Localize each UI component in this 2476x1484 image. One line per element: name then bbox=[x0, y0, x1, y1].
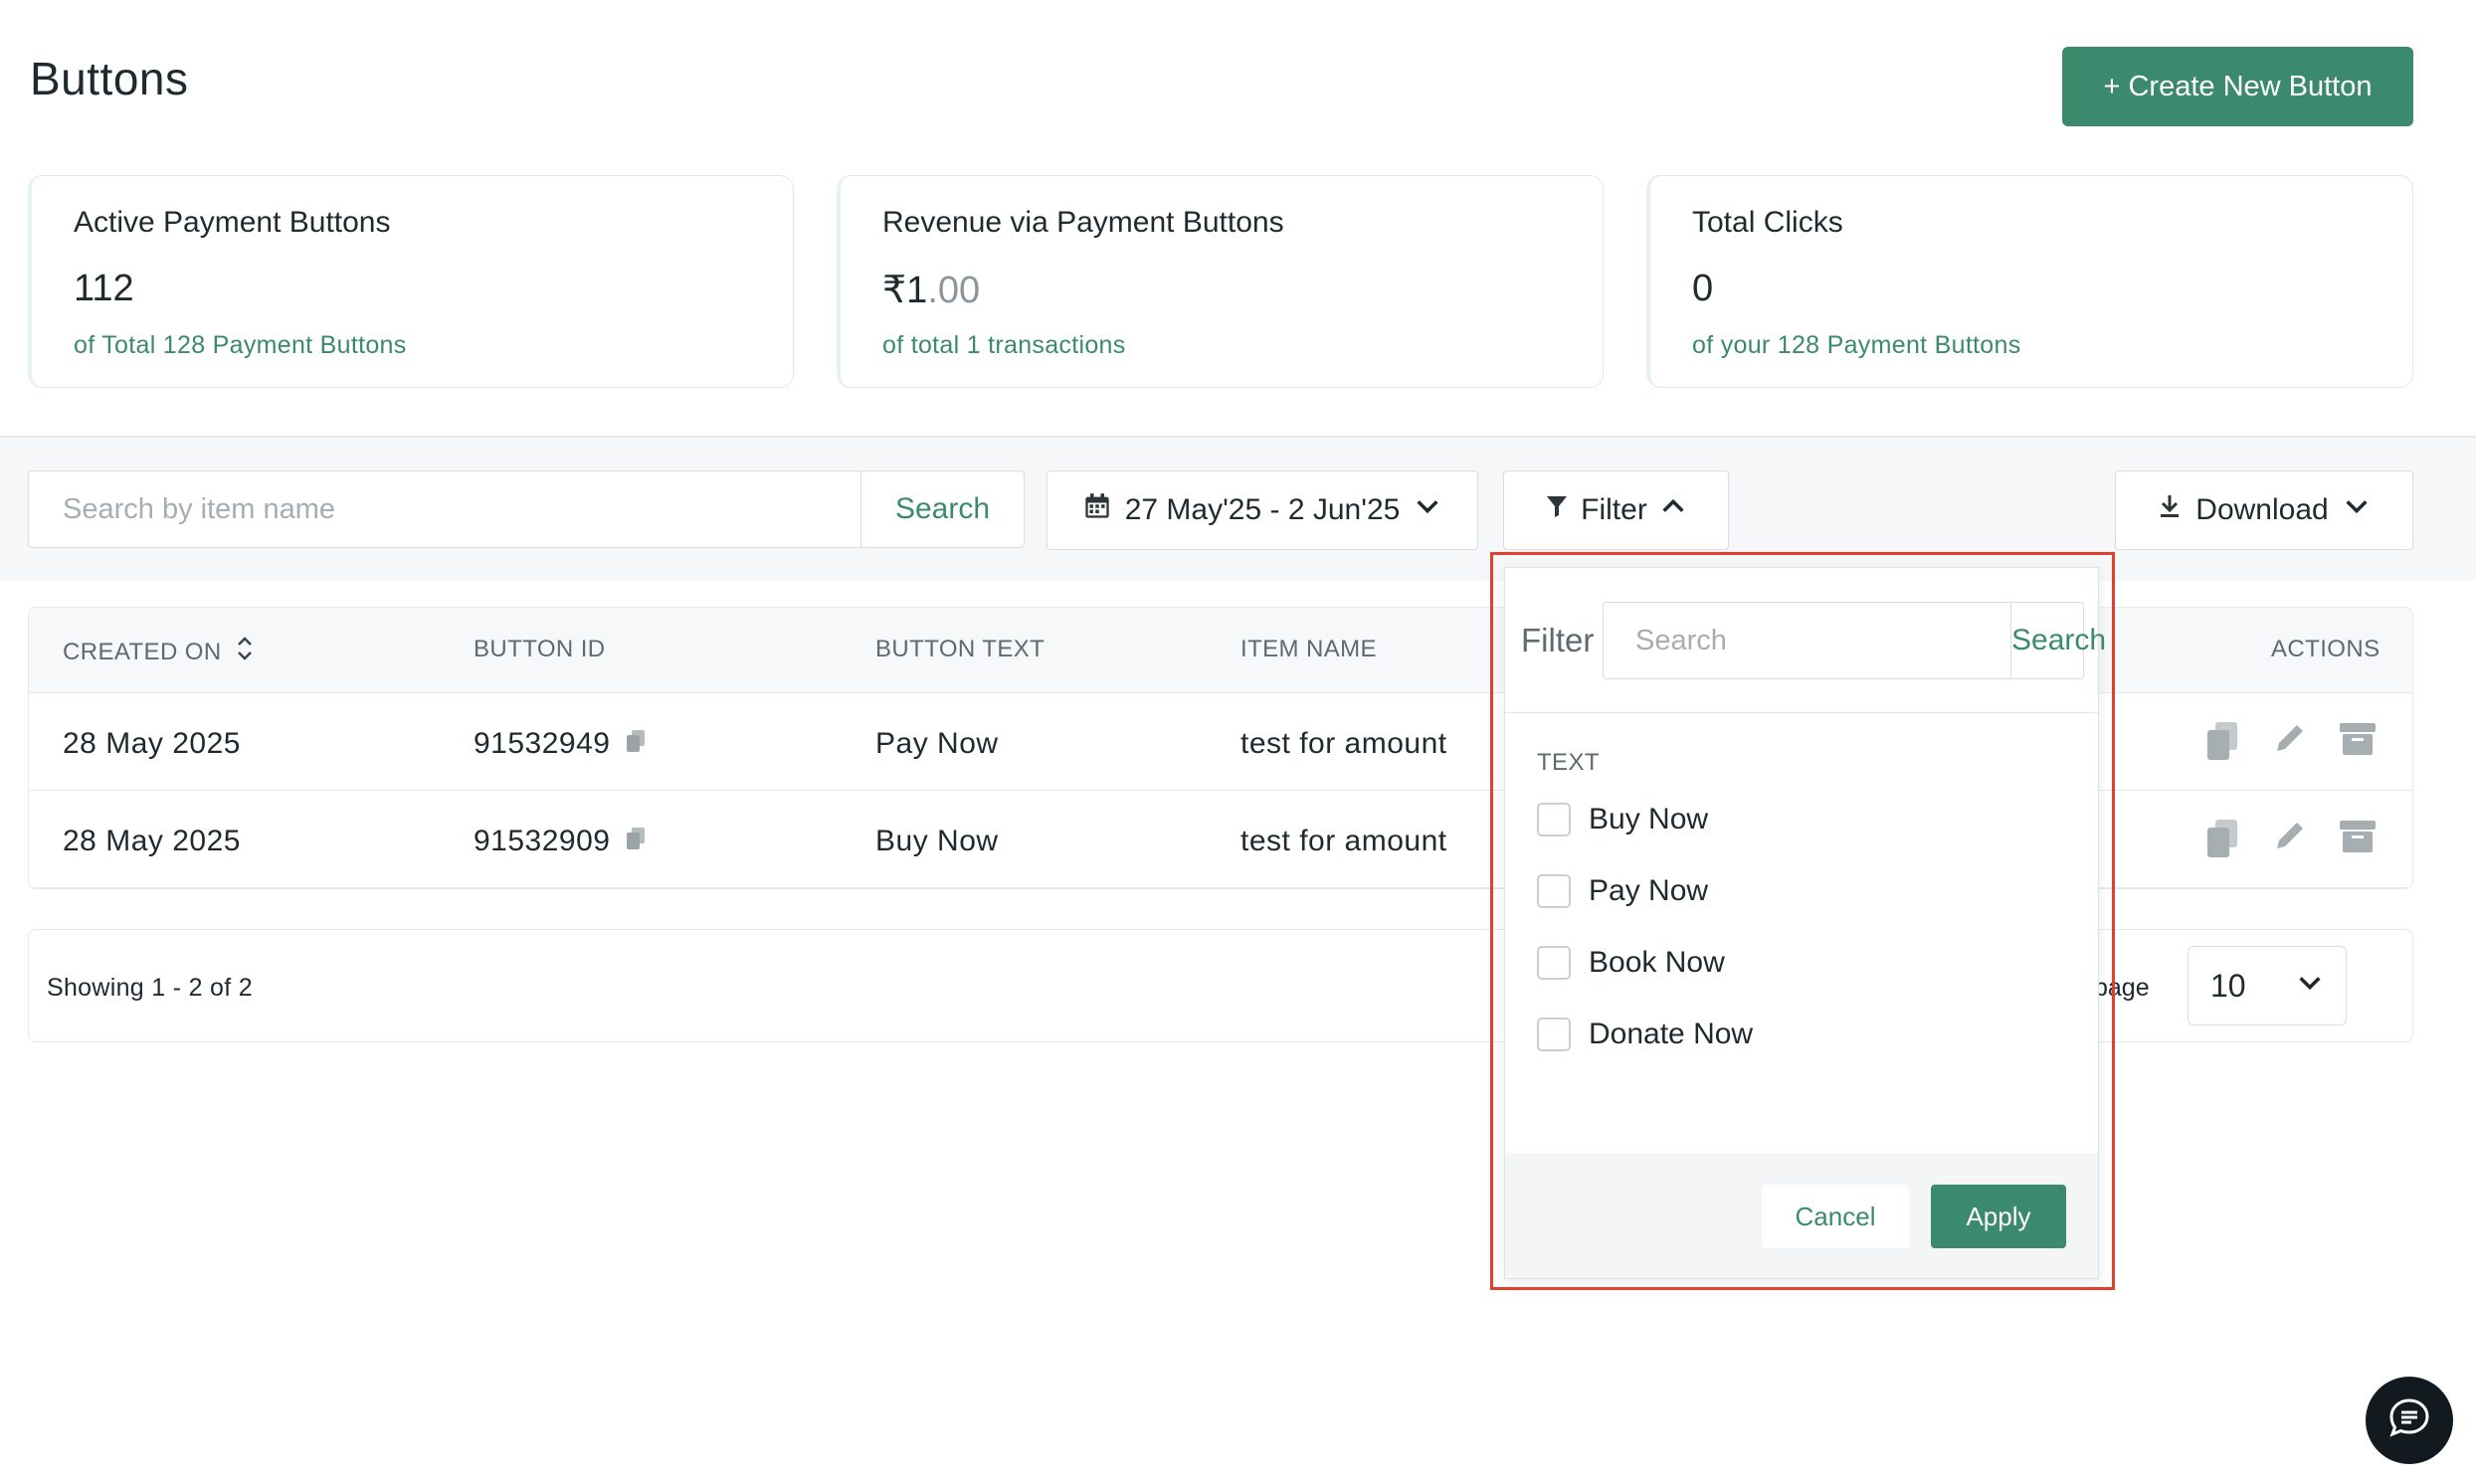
duplicate-icon[interactable] bbox=[2205, 819, 2239, 863]
chevron-down-icon bbox=[1414, 492, 1441, 528]
stat-value-main: 0 bbox=[1692, 268, 1714, 309]
stat-title: Total Clicks bbox=[1692, 206, 1843, 239]
showing-count: Showing 1 - 2 of 2 bbox=[47, 974, 253, 1002]
cell-button-text: Pay Now bbox=[875, 727, 999, 760]
chat-support-button[interactable] bbox=[2366, 1377, 2453, 1464]
column-header-button-text: BUTTON TEXT bbox=[875, 636, 1046, 662]
archive-icon[interactable] bbox=[2339, 721, 2377, 762]
column-header-actions: ACTIONS bbox=[2271, 636, 2381, 662]
archive-icon[interactable] bbox=[2339, 819, 2377, 859]
chevron-up-icon bbox=[1659, 492, 1687, 528]
sort-icon bbox=[236, 636, 254, 668]
search-button[interactable]: Search bbox=[860, 471, 1024, 547]
column-header-created-on[interactable]: CREATED ON bbox=[63, 636, 254, 668]
download-button[interactable]: Download bbox=[2115, 470, 2413, 550]
download-label: Download bbox=[2195, 493, 2329, 526]
search-input[interactable] bbox=[29, 471, 860, 547]
button-id-value: 91532949 bbox=[474, 727, 611, 760]
copy-icon[interactable] bbox=[626, 727, 646, 761]
cell-button-text: Buy Now bbox=[875, 825, 999, 857]
stat-value: 0 bbox=[1692, 268, 1713, 310]
calendar-icon bbox=[1083, 492, 1111, 528]
cell-item-name: test for amount bbox=[1240, 825, 1447, 857]
cell-created-on: 28 May 2025 bbox=[63, 727, 241, 760]
filter-button[interactable]: Filter bbox=[1503, 470, 1729, 550]
stat-title: Active Payment Buttons bbox=[74, 206, 391, 239]
item-search: Search bbox=[28, 470, 1025, 548]
stat-subtitle: of Total 128 Payment Buttons bbox=[74, 331, 407, 359]
column-label: CREATED ON bbox=[63, 638, 222, 665]
stat-card-total-clicks: Total Clicks 0 of your 128 Payment Butto… bbox=[1646, 175, 2413, 388]
cell-item-name: test for amount bbox=[1240, 727, 1447, 760]
per-page-value: 10 bbox=[2210, 967, 2246, 1004]
create-new-button[interactable]: + Create New Button bbox=[2062, 47, 2413, 126]
stat-value: ₹1.00 bbox=[882, 268, 980, 312]
cell-created-on: 28 May 2025 bbox=[63, 825, 241, 857]
stat-value-decimal: .00 bbox=[927, 270, 981, 311]
column-header-item-name: ITEM NAME bbox=[1240, 636, 1377, 662]
button-id-value: 91532909 bbox=[474, 825, 611, 857]
cell-button-id: 91532909 bbox=[474, 825, 646, 858]
chevron-down-icon bbox=[2343, 492, 2371, 528]
stat-card-revenue: Revenue via Payment Buttons ₹1.00 of tot… bbox=[837, 175, 1604, 388]
cell-button-id: 91532949 bbox=[474, 727, 646, 761]
copy-icon[interactable] bbox=[626, 825, 646, 858]
column-header-button-id: BUTTON ID bbox=[474, 636, 606, 662]
stat-value-main: ₹1 bbox=[882, 270, 928, 311]
date-range-label: 27 May'25 - 2 Jun'25 bbox=[1124, 493, 1401, 526]
stat-subtitle: of total 1 transactions bbox=[882, 331, 1126, 359]
chevron-down-icon bbox=[2296, 968, 2324, 1005]
stat-value: 112 bbox=[74, 268, 134, 310]
date-range-picker[interactable]: 27 May'25 - 2 Jun'25 bbox=[1047, 470, 1478, 550]
stat-subtitle: of your 128 Payment Buttons bbox=[1692, 331, 2021, 359]
stat-value-main: 112 bbox=[74, 268, 134, 309]
chat-icon bbox=[2387, 1396, 2431, 1445]
highlight-box bbox=[1490, 552, 2115, 1290]
per-page-select[interactable]: 10 bbox=[2188, 946, 2347, 1025]
stat-title: Revenue via Payment Buttons bbox=[882, 206, 1284, 239]
duplicate-icon[interactable] bbox=[2205, 721, 2239, 766]
funnel-icon bbox=[1545, 493, 1569, 527]
edit-icon[interactable] bbox=[2273, 721, 2307, 762]
stat-card-active-buttons: Active Payment Buttons 112 of Total 128 … bbox=[28, 175, 794, 388]
edit-icon[interactable] bbox=[2273, 819, 2307, 859]
download-icon bbox=[2158, 493, 2182, 527]
page-title: Buttons bbox=[30, 53, 189, 104]
filter-button-label: Filter bbox=[1581, 493, 1647, 526]
